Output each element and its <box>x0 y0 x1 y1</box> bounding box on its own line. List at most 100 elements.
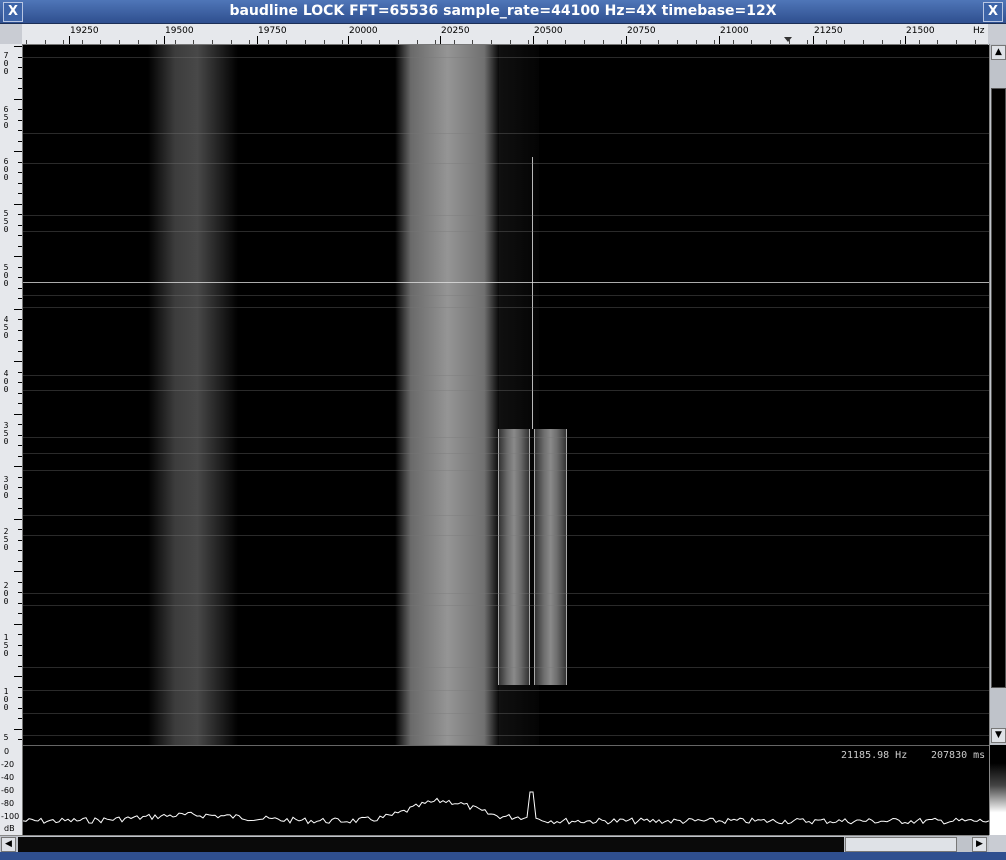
waterfall-line <box>23 535 989 536</box>
time-tick <box>18 708 22 709</box>
freq-minor-tick <box>937 40 938 44</box>
window-close-icon[interactable]: X <box>983 2 1003 22</box>
waterfall-line <box>23 470 989 471</box>
time-tick <box>18 267 22 268</box>
time-tick <box>18 340 22 341</box>
spectrum-panel[interactable]: 21185.98 Hz 207830 ms <box>23 745 989 836</box>
time-tick <box>18 288 22 289</box>
freq-major-tick <box>626 36 627 44</box>
freq-minor-tick <box>696 40 697 44</box>
time-tick <box>18 498 22 499</box>
freq-major-tick <box>69 36 70 44</box>
time-label: 5 5 0 <box>3 209 9 234</box>
title-bar[interactable]: X baudline LOCK FFT=65536 sample_rate=44… <box>0 0 1006 24</box>
freq-minor-tick <box>789 40 790 44</box>
spectrum-trace <box>23 791 989 825</box>
time-tick <box>14 414 22 415</box>
time-tick <box>18 603 22 604</box>
time-tick <box>18 225 22 226</box>
freq-major-tick <box>813 36 814 44</box>
scroll-down-icon[interactable]: ▼ <box>991 728 1006 743</box>
db-unit: dB <box>4 824 15 833</box>
freq-minor-tick <box>100 40 101 44</box>
vertical-scroll-thumb[interactable] <box>991 88 1006 688</box>
freq-minor-tick <box>249 40 250 44</box>
time-tick <box>14 519 22 520</box>
frequency-marker-icon[interactable] <box>784 37 792 42</box>
freq-minor-tick <box>640 40 641 44</box>
freq-label: 21500 <box>906 26 935 36</box>
waterfall-line <box>23 437 989 438</box>
freq-minor-tick <box>733 40 734 44</box>
waterfall-line <box>23 133 989 134</box>
db-label: -60 <box>1 786 15 795</box>
freq-minor-tick <box>975 40 976 44</box>
time-label: 2 5 0 <box>3 527 9 552</box>
freq-minor-tick <box>231 40 232 44</box>
waterfall-line <box>23 593 989 594</box>
freq-major-tick <box>257 36 258 44</box>
time-tick <box>18 592 22 593</box>
time-tick <box>18 487 22 488</box>
time-ruler[interactable]: 7 0 0 6 5 0 6 0 0 5 5 0 5 0 0 4 5 0 4 0 … <box>0 44 23 745</box>
crosshair-horizontal <box>23 282 989 283</box>
time-tick <box>18 424 22 425</box>
vertical-scrollbar[interactable]: ▲ ▼ <box>989 44 1006 745</box>
time-tick <box>18 88 22 89</box>
freq-minor-tick <box>82 40 83 44</box>
pulse-edge <box>529 429 530 685</box>
time-tick <box>18 697 22 698</box>
scroll-right-icon[interactable]: ▶ <box>972 837 987 852</box>
time-tick <box>18 634 22 635</box>
db-label: -100 <box>1 812 20 821</box>
time-tick <box>14 676 22 677</box>
freq-minor-tick <box>863 40 864 44</box>
freq-minor-tick <box>658 40 659 44</box>
time-tick <box>14 204 22 205</box>
time-tick <box>18 613 22 614</box>
waterfall-line <box>23 57 989 58</box>
time-tick <box>14 151 22 152</box>
freq-minor-tick <box>26 40 27 44</box>
time-tick <box>18 445 22 446</box>
time-tick <box>18 78 22 79</box>
freq-major-tick <box>164 36 165 44</box>
freq-minor-tick <box>324 40 325 44</box>
time-tick <box>18 130 22 131</box>
freq-minor-tick <box>900 40 901 44</box>
waterfall-line <box>23 295 989 296</box>
frequency-ruler[interactable]: 19250 19500 19750 20000 20250 20500 2075… <box>22 24 988 45</box>
horizontal-scroll-thumb[interactable] <box>845 837 957 852</box>
time-tick <box>18 372 22 373</box>
scroll-left-icon[interactable]: ◀ <box>1 837 16 852</box>
freq-minor-tick <box>63 40 64 44</box>
freq-minor-tick <box>379 40 380 44</box>
horizontal-scrollbar[interactable]: ◀ ▶ <box>0 835 989 853</box>
freq-minor-tick <box>119 40 120 44</box>
time-tick <box>18 655 22 656</box>
time-tick <box>18 393 22 394</box>
freq-minor-tick <box>175 40 176 44</box>
time-tick <box>18 246 22 247</box>
time-tick <box>14 46 22 47</box>
freq-minor-tick <box>956 40 957 44</box>
freq-minor-tick <box>826 40 827 44</box>
freq-unit: Hz <box>973 26 985 36</box>
freq-minor-tick <box>584 40 585 44</box>
waterfall-line <box>23 453 989 454</box>
time-label: 5 0 0 <box>3 263 9 288</box>
db-scale: 0 -20 -40 -60 -80 -100 dB <box>0 745 23 835</box>
freq-minor-tick <box>454 40 455 44</box>
time-tick <box>14 466 22 467</box>
time-tick <box>18 718 22 719</box>
waterfall-line <box>23 690 989 691</box>
time-tick <box>18 120 22 121</box>
baudline-window: X baudline LOCK FFT=65536 sample_rate=44… <box>0 0 1006 860</box>
spectrogram-waterfall[interactable] <box>23 45 989 745</box>
pulse-signal <box>534 429 567 685</box>
horizontal-scroll-track[interactable] <box>18 837 844 852</box>
scroll-up-icon[interactable]: ▲ <box>991 45 1006 60</box>
pulse-edge <box>498 429 499 685</box>
time-label: 7 0 0 <box>3 51 9 76</box>
freq-minor-tick <box>882 40 883 44</box>
